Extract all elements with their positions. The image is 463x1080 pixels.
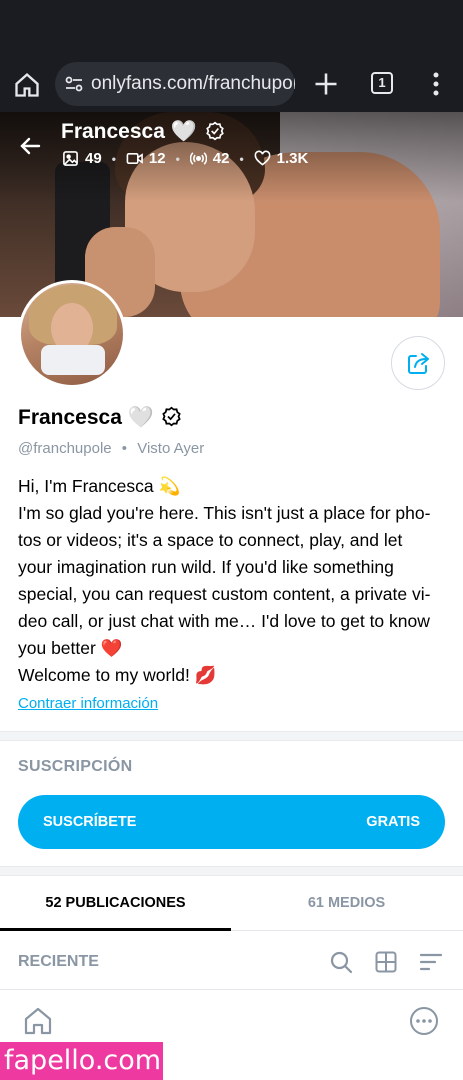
seen-value: Ayer	[173, 440, 205, 457]
separator-dot: •	[121, 440, 128, 457]
bio-line: Hi, I'm Francesca 💫	[18, 476, 181, 496]
photos-count: 49	[85, 150, 102, 167]
header-name-text: Francesca	[61, 120, 165, 143]
status-bar	[0, 0, 463, 58]
share-button[interactable]	[391, 336, 445, 390]
tab-media[interactable]: 61 MEDIOS	[231, 878, 462, 931]
bio-line: deo call, or just chat with me… I'd love…	[18, 611, 430, 631]
verified-icon	[162, 406, 181, 427]
profile-name: Francesca 🤍	[18, 406, 182, 430]
content-tabs: 52 PUBLICACIONES 61 MEDIOS	[0, 878, 463, 931]
bio-line: tos or videos; it's a space to connect, …	[18, 530, 403, 550]
videos-icon	[126, 152, 143, 165]
section-divider	[0, 731, 463, 741]
profile-handle-row: @franchupole • Visto Ayer	[18, 440, 204, 457]
new-tab-icon[interactable]	[312, 70, 340, 98]
bio-line: I'm so glad you're here. This isn't just…	[18, 503, 431, 523]
subscribe-button-price: GRATIS	[366, 814, 420, 830]
subscription-title: SUSCRIPCIÓN	[18, 758, 133, 775]
likes-count: 1.3K	[276, 150, 309, 167]
grid-view-icon[interactable]	[374, 950, 398, 974]
home-icon[interactable]	[22, 1005, 54, 1037]
bio-line: Welcome to my world! 💋	[18, 665, 217, 685]
subscribe-button[interactable]: SUSCRÍBETE GRATIS	[18, 795, 445, 849]
header-name: Francesca 🤍	[61, 120, 225, 144]
kebab-menu-icon[interactable]	[426, 70, 446, 98]
likes-heart-icon	[254, 150, 271, 166]
site-settings-icon[interactable]	[65, 75, 83, 93]
profile-name-text: Francesca	[18, 406, 122, 429]
url-text: onlyfans.com/franchupol	[91, 73, 295, 94]
more-options-icon[interactable]	[409, 1006, 439, 1036]
bio-line: you better ❤️	[18, 638, 123, 658]
collapse-info-link[interactable]: Contraer información	[18, 695, 158, 712]
avatar[interactable]	[18, 280, 126, 388]
bio-line: your imagination run wild. If you'd like…	[18, 557, 394, 577]
bio-line: special, you can request custom content,…	[18, 584, 431, 604]
streams-icon	[189, 152, 207, 165]
verified-icon	[205, 121, 224, 141]
profile-bio: Hi, I'm Francesca 💫 I'm so glad you're h…	[18, 473, 448, 689]
white-heart-emoji: 🤍	[127, 406, 154, 429]
profile-handle: @franchupole	[18, 440, 112, 457]
tab-switcher-button[interactable]: 1	[371, 72, 393, 94]
browser-home-icon[interactable]	[13, 71, 41, 99]
white-heart-emoji: 🤍	[170, 120, 197, 143]
tab-posts[interactable]: 52 PUBLICACIONES	[0, 878, 231, 931]
header-stats: 49 • 12 • 42 • 1.3K	[62, 150, 308, 167]
back-arrow-icon[interactable]	[18, 134, 42, 158]
photos-icon	[63, 151, 78, 166]
sort-label: RECIENTE	[18, 953, 99, 970]
sort-icon[interactable]	[419, 950, 443, 974]
watermark: fapello.com	[0, 1042, 163, 1080]
seen-label: Visto	[137, 440, 171, 457]
section-divider	[0, 866, 463, 876]
subscribe-button-label: SUSCRÍBETE	[43, 814, 137, 830]
address-bar[interactable]: onlyfans.com/franchupol	[55, 62, 295, 106]
browser-toolbar: onlyfans.com/franchupol 1	[0, 58, 463, 112]
share-icon	[408, 353, 429, 374]
search-icon[interactable]	[329, 950, 353, 974]
videos-count: 12	[148, 150, 166, 167]
streams-count: 42	[212, 150, 230, 167]
filter-bar: RECIENTE	[0, 932, 463, 990]
